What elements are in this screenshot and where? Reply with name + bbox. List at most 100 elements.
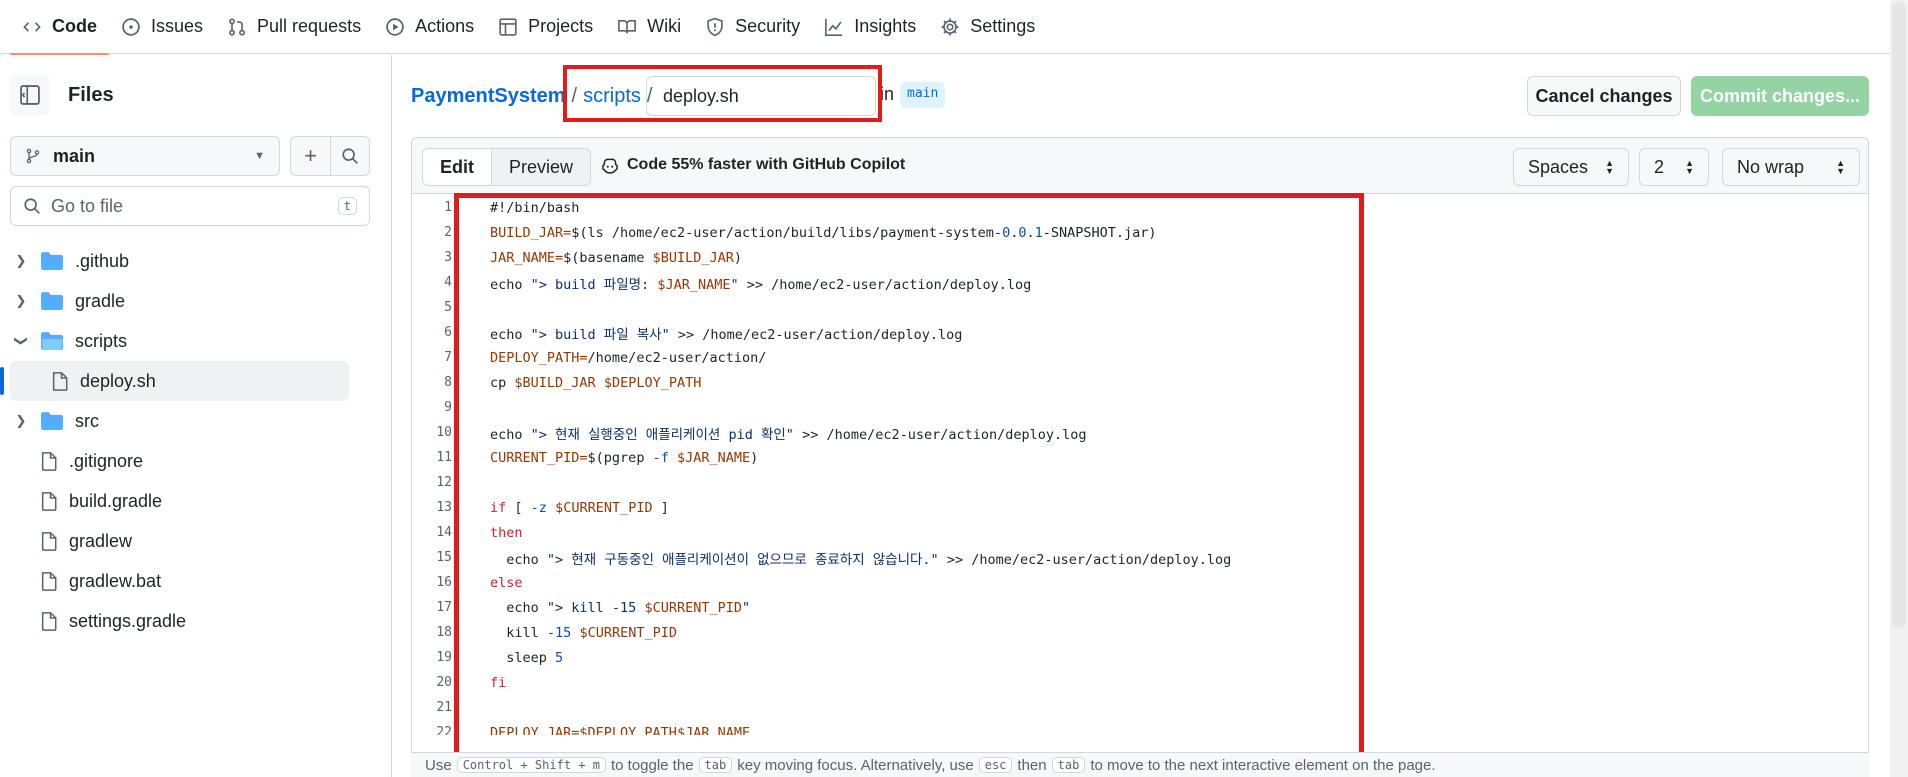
line-number: 2	[444, 225, 452, 240]
hint-key: tab	[698, 757, 733, 773]
folder-icon	[41, 252, 63, 270]
line-number: 3	[444, 250, 452, 265]
tree-folder-gradle[interactable]: ❯ gradle	[0, 281, 392, 321]
go-to-file-input[interactable]: Go to file t	[10, 186, 370, 226]
branch-selector[interactable]: main ▼	[10, 136, 280, 176]
line-number: 16	[436, 575, 452, 590]
tab-settings[interactable]: Settings	[928, 0, 1047, 54]
folder-icon	[41, 412, 63, 430]
chevron-right-icon: ❯	[15, 253, 27, 268]
tab-actions[interactable]: Actions	[373, 0, 486, 54]
tree-item-label: .github	[75, 250, 130, 271]
hint-text: to move to the next interactive element …	[1090, 756, 1436, 774]
book-icon	[617, 17, 637, 37]
tab-settings-label: Settings	[970, 16, 1036, 36]
tab-projects-label: Projects	[528, 16, 594, 36]
line-number: 15	[436, 550, 452, 565]
tree-file-gradlew[interactable]: gradlew	[0, 521, 392, 561]
tree-file-settings-gradle[interactable]: settings.gradle	[0, 601, 392, 641]
file-tree-panel: Files main ▼ + Go to file t ❯ .github ❯ …	[0, 55, 392, 777]
line-number: 9	[444, 400, 452, 415]
tree-item-label: .gitignore	[69, 450, 144, 471]
tab-preview[interactable]: Preview	[492, 149, 590, 185]
tab-wiki-label: Wiki	[647, 16, 682, 36]
hint-text: Use	[425, 756, 452, 774]
shield-icon	[705, 17, 725, 37]
tree-file-gitignore[interactable]: .gitignore	[0, 441, 392, 481]
line-number: 14	[436, 525, 452, 540]
line-number: 4	[444, 275, 452, 290]
hint-key: esc	[978, 757, 1013, 773]
hint-key: Control + Shift + m	[456, 757, 606, 773]
tab-projects[interactable]: Projects	[486, 0, 605, 54]
tree-item-label: gradlew.bat	[69, 570, 162, 591]
tree-file-deploy-sh[interactable]: deploy.sh	[0, 361, 349, 401]
tab-edit[interactable]: Edit	[423, 149, 492, 185]
chevron-right-icon: ❯	[15, 293, 27, 308]
hint-key: tab	[1051, 757, 1086, 773]
indent-size-value: 2	[1654, 156, 1665, 177]
tree-folder-scripts[interactable]: ❯ scripts	[0, 321, 392, 361]
code-highlight-annotation	[454, 193, 1364, 757]
copilot-icon	[602, 158, 618, 174]
go-to-file-shortcut: t	[337, 197, 357, 215]
line-number: 17	[436, 600, 452, 615]
line-number: 18	[436, 625, 452, 640]
table-icon	[498, 17, 518, 37]
add-file-button[interactable]: +	[291, 137, 330, 175]
line-number: 8	[444, 375, 452, 390]
tab-pull-requests[interactable]: Pull requests	[215, 0, 373, 54]
tree-file-gradlew-bat[interactable]: gradlew.bat	[0, 561, 392, 601]
tab-security-label: Security	[735, 16, 801, 36]
wrap-mode-select[interactable]: No wrap ▲ ▼	[1722, 148, 1860, 186]
page-scrollbar-thumb[interactable]	[1892, 2, 1906, 628]
line-number: 7	[444, 350, 452, 365]
line-number: 11	[436, 450, 452, 465]
tab-security[interactable]: Security	[693, 0, 812, 54]
edit-preview-toggle: Edit Preview	[422, 148, 592, 186]
keyboard-hint: Use Control + Shift + m to toggle the ta…	[411, 752, 1869, 777]
tab-insights[interactable]: Insights	[812, 0, 928, 54]
tab-pull-requests-label: Pull requests	[257, 16, 362, 36]
graph-icon	[824, 17, 844, 37]
plus-icon: +	[304, 143, 317, 168]
tab-issues[interactable]: Issues	[109, 0, 215, 54]
line-number: 5	[444, 300, 452, 315]
breadcrumb-repo-link[interactable]: PaymentSystem	[411, 85, 566, 108]
file-icon	[52, 371, 68, 391]
indent-size-select[interactable]: 2 ▲ ▼	[1639, 148, 1709, 186]
file-icon	[41, 571, 57, 591]
tree-folder-src[interactable]: ❯ src	[0, 401, 392, 441]
tree-file-build-gradle[interactable]: build.gradle	[0, 481, 392, 521]
gear-icon	[940, 17, 960, 37]
tab-wiki[interactable]: Wiki	[605, 0, 693, 54]
tree-folder-github[interactable]: ❯ .github	[0, 241, 392, 281]
tree-item-label: gradle	[75, 290, 126, 311]
indent-mode-select[interactable]: Spaces ▲ ▼	[1513, 148, 1629, 186]
cancel-changes-button[interactable]: Cancel changes	[1527, 76, 1681, 116]
line-number: 13	[436, 500, 452, 515]
copilot-promo-text: Code 55% faster with GitHub Copilot	[627, 156, 906, 173]
play-icon	[385, 17, 405, 37]
search-files-button[interactable]	[330, 137, 369, 175]
pull-request-icon	[227, 17, 247, 37]
collapse-sidebar-button[interactable]	[10, 75, 50, 115]
in-label: in	[880, 84, 895, 104]
repo-nav: Code Issues Pull requests Actions Projec…	[0, 0, 1890, 55]
file-icon	[41, 491, 57, 511]
git-branch-icon	[26, 148, 40, 164]
tree-item-label: deploy.sh	[80, 370, 156, 391]
files-header: Files	[10, 75, 114, 115]
hint-text: key moving focus. Alternatively, use	[737, 756, 974, 774]
line-number: 20	[436, 675, 452, 690]
select-arrows-icon: ▲ ▼	[1685, 158, 1694, 176]
copilot-promo[interactable]: Code 55% faster with GitHub Copilot	[601, 156, 905, 174]
line-number: 21	[436, 700, 452, 715]
file-tree: ❯ .github ❯ gradle ❯ scripts deploy.sh ❯…	[0, 241, 392, 641]
issue-icon	[121, 17, 141, 37]
editor-toolbar: Edit Preview Code 55% faster with GitHub…	[412, 138, 1868, 194]
line-number: 12	[436, 475, 452, 490]
wrap-mode-value: No wrap	[1737, 156, 1805, 177]
commit-changes-button[interactable]: Commit changes...	[1691, 76, 1869, 116]
tab-code[interactable]: Code	[10, 0, 109, 55]
